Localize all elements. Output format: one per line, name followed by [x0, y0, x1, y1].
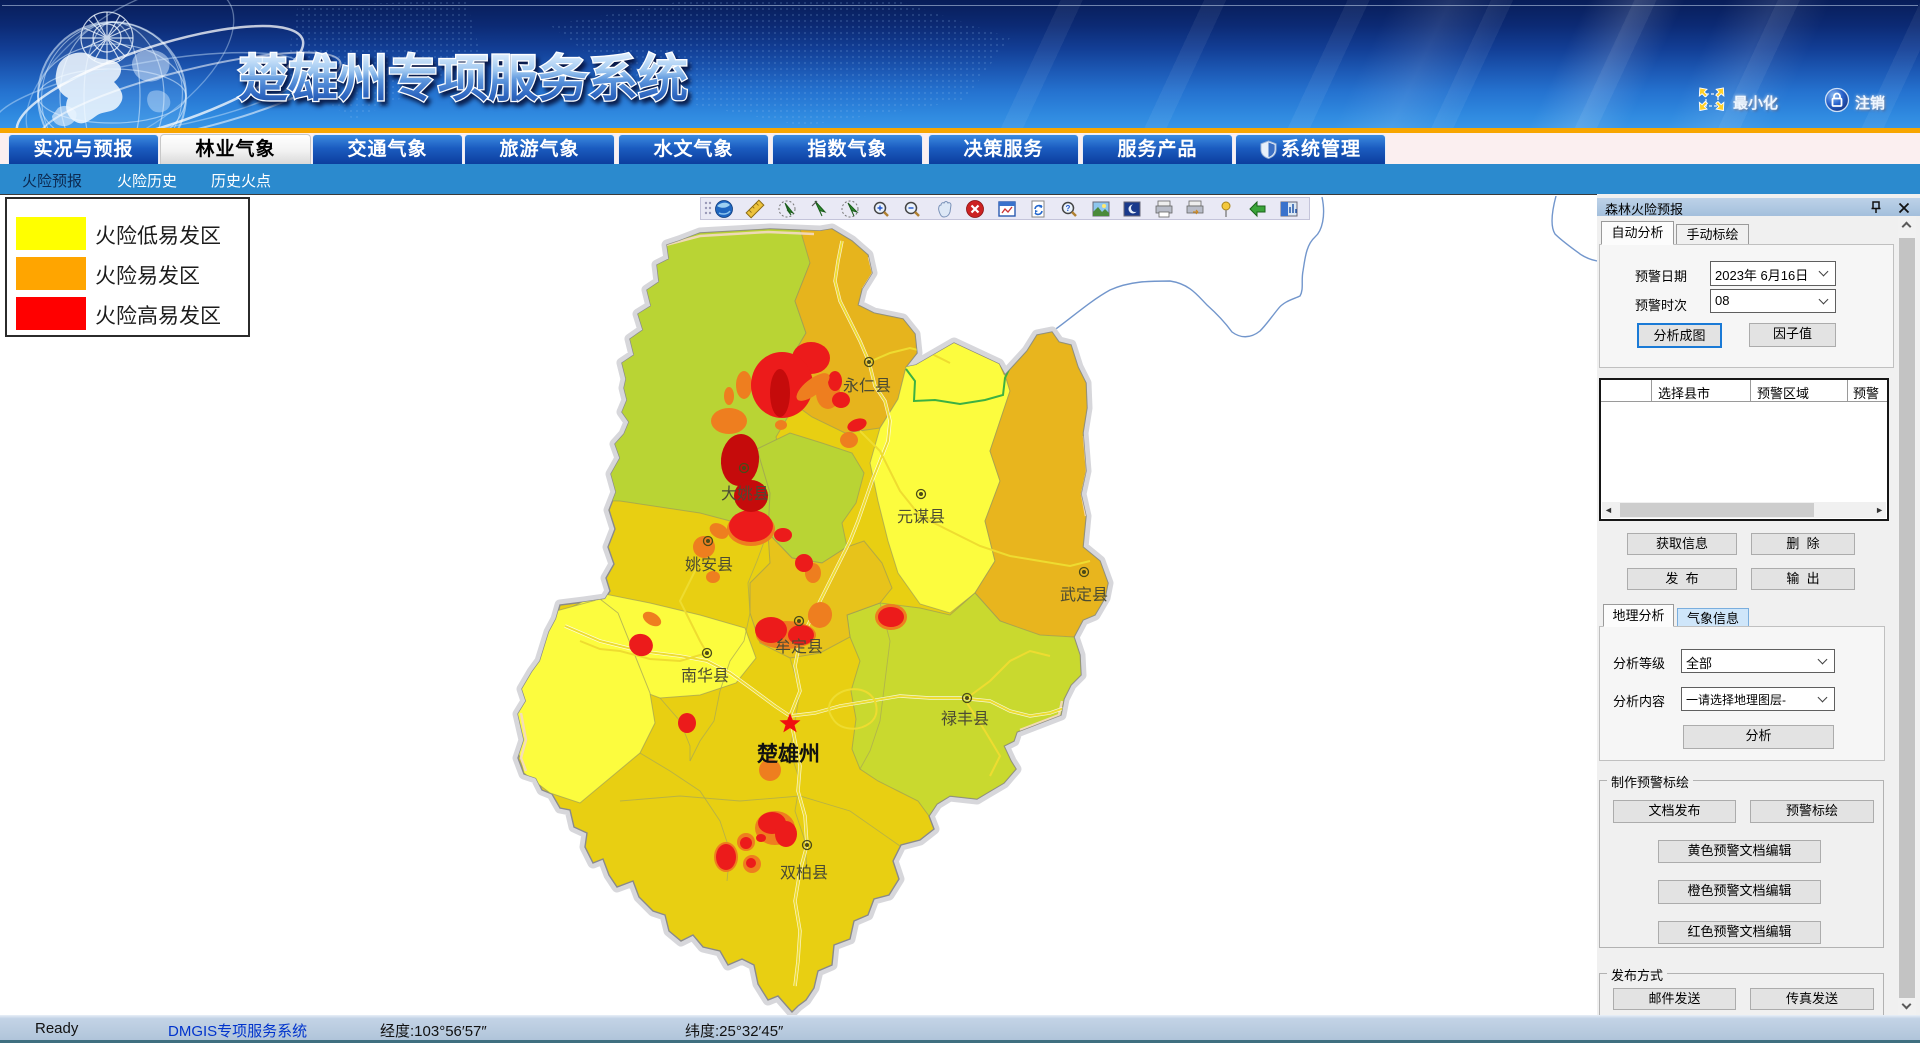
- svg-text:武定县: 武定县: [1060, 586, 1108, 604]
- svg-text:禄丰县: 禄丰县: [941, 710, 989, 728]
- svg-text:姚安县: 姚安县: [685, 556, 733, 574]
- svg-text:?: ?: [1066, 204, 1071, 213]
- svg-text:元谋县: 元谋县: [897, 508, 945, 526]
- svg-text:牟定县: 牟定县: [775, 638, 823, 656]
- svg-text:双柏县: 双柏县: [780, 864, 828, 882]
- svg-text:南华县: 南华县: [681, 667, 729, 685]
- svg-text:楚雄州专项服务系统: 楚雄州专项服务系统: [238, 51, 688, 107]
- svg-text:永仁县: 永仁县: [843, 377, 891, 395]
- svg-text:大姚县: 大姚县: [721, 485, 769, 503]
- svg-text:楚雄州: 楚雄州: [757, 742, 820, 766]
